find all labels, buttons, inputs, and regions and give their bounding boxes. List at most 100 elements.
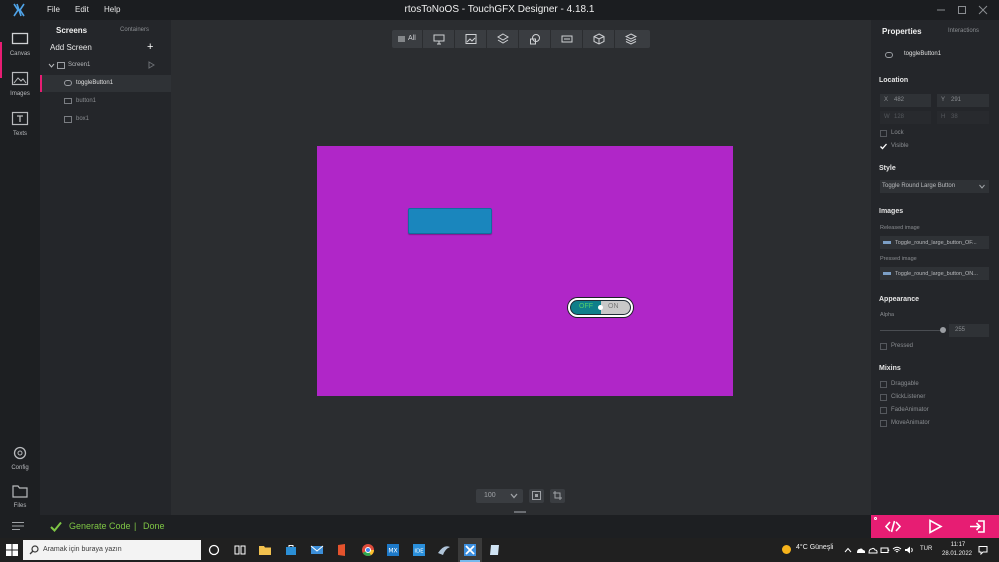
status-done: Done: [143, 521, 165, 531]
widget-name-value: toggleButton1: [904, 51, 942, 57]
panel-resize-handle[interactable]: [514, 511, 526, 513]
status-generate-code: Generate Code: [69, 521, 131, 531]
alpha-field[interactable]: 255: [949, 324, 989, 337]
draggable-checkbox[interactable]: [880, 381, 887, 388]
tree-item-button1[interactable]: button1: [40, 93, 171, 110]
tab-containers[interactable]: Containers: [120, 27, 149, 33]
task-view-icon[interactable]: [233, 543, 247, 557]
taskbar-search-box[interactable]: Aramak için buraya yazın: [23, 540, 201, 560]
chevron-down-icon[interactable]: [48, 62, 55, 69]
file-explorer-icon[interactable]: [258, 543, 272, 557]
fadeanimator-checkbox[interactable]: [880, 407, 887, 414]
toolbar-3d-button[interactable]: [584, 30, 615, 48]
released-image-field[interactable]: Toggle_round_large_button_OF...: [880, 236, 989, 249]
weather-text[interactable]: 4°C Güneşli: [796, 544, 833, 551]
fadeanimator-label: FadeAnimator: [891, 407, 929, 413]
screen-canvas[interactable]: OFF ON: [317, 146, 733, 396]
minimize-icon[interactable]: [934, 3, 948, 17]
notepad-icon[interactable]: [488, 543, 502, 557]
store-icon[interactable]: [284, 543, 298, 557]
widget-name-field[interactable]: toggleButton1: [880, 47, 990, 62]
mail-icon[interactable]: [310, 543, 324, 557]
wifi-icon[interactable]: [892, 545, 902, 555]
togglebutton1-widget[interactable]: OFF ON: [568, 298, 633, 317]
rail-images[interactable]: Images: [0, 66, 40, 104]
add-screen-plus-icon[interactable]: +: [147, 41, 153, 53]
pressed-checkbox[interactable]: [880, 343, 887, 350]
rail-canvas[interactable]: Canvas: [0, 26, 40, 64]
rail-config[interactable]: Config: [0, 440, 40, 478]
cortana-icon[interactable]: [207, 543, 221, 557]
play-icon[interactable]: [148, 61, 155, 69]
run-simulator-icon[interactable]: [927, 519, 943, 534]
toolbar-images-button[interactable]: [456, 30, 487, 48]
w-field[interactable]: W 128: [880, 111, 931, 124]
add-screen-label[interactable]: Add Screen: [50, 43, 92, 52]
battery-icon[interactable]: [880, 545, 890, 555]
pressed-image-field[interactable]: Toggle_round_large_button_ON...: [880, 267, 989, 280]
close-icon[interactable]: [976, 3, 990, 17]
stm32cubeide-icon[interactable]: IDE: [412, 543, 426, 557]
wireshark-icon[interactable]: [437, 543, 451, 557]
tab-interactions[interactable]: Interactions: [948, 28, 979, 34]
style-select[interactable]: Toggle Round Large Button: [880, 180, 989, 193]
visible-checkbox[interactable]: [880, 143, 887, 150]
tab-screens[interactable]: Screens: [56, 26, 87, 35]
lock-checkbox[interactable]: [880, 130, 887, 137]
chevron-down-icon: [979, 184, 985, 189]
toolbar-shapes-button[interactable]: [520, 30, 551, 48]
h-label: H: [941, 114, 946, 120]
moveanimator-checkbox[interactable]: [880, 420, 887, 427]
menu-help[interactable]: Help: [104, 5, 120, 14]
menu-edit[interactable]: Edit: [75, 5, 89, 14]
pressed-image-value: Toggle_round_large_button_ON...: [895, 271, 978, 277]
maximize-icon[interactable]: [955, 3, 969, 17]
shapes-icon: [530, 34, 540, 45]
stm32cubemx-icon[interactable]: MX: [386, 543, 400, 557]
volume-icon[interactable]: [904, 545, 914, 555]
office-icon[interactable]: [335, 543, 349, 557]
section-appearance: Appearance: [879, 296, 920, 303]
touchgfx-taskbar-icon[interactable]: [463, 543, 477, 557]
toolbar-containers-button[interactable]: [488, 30, 519, 48]
style-value: Toggle Round Large Button: [882, 183, 956, 189]
notification-dot-icon: [874, 517, 877, 520]
fit-screen-button[interactable]: [529, 489, 544, 503]
chevron-up-icon[interactable]: [843, 545, 853, 555]
texts-icon: [11, 111, 29, 126]
toolbar-stack-button[interactable]: [616, 30, 647, 48]
toolbar-buttons-button[interactable]: [552, 30, 583, 48]
widget-toolbar: All: [392, 30, 650, 48]
x-field[interactable]: X 482: [880, 94, 931, 107]
y-field[interactable]: Y 291: [937, 94, 989, 107]
rail-texts[interactable]: Texts: [0, 106, 40, 144]
tree-item-screen1[interactable]: Screen1: [40, 57, 171, 74]
zoom-select[interactable]: 100: [476, 489, 523, 503]
toolbar-all-button[interactable]: All: [392, 30, 423, 48]
clock-time[interactable]: 11:17: [944, 542, 972, 548]
clock-date[interactable]: 28.01.2022: [939, 551, 975, 557]
tree-item-togglebutton1[interactable]: toggleButton1: [40, 75, 171, 92]
windows-start-icon[interactable]: [6, 544, 18, 556]
button1-widget[interactable]: [408, 208, 492, 234]
run-target-icon[interactable]: [969, 519, 985, 534]
alpha-slider-track[interactable]: [880, 330, 943, 331]
crop-button[interactable]: [550, 489, 565, 503]
screen-icon: [57, 62, 65, 69]
menu-file[interactable]: File: [47, 5, 60, 14]
hamburger-menu-icon[interactable]: [11, 521, 25, 531]
cloud-icon[interactable]: [868, 545, 878, 555]
h-field[interactable]: H 38: [937, 111, 989, 124]
chrome-icon[interactable]: [361, 543, 375, 557]
rail-files[interactable]: Files: [0, 478, 40, 516]
alpha-slider-thumb[interactable]: [940, 327, 946, 333]
onedrive-icon[interactable]: [856, 545, 866, 555]
tree-selection-indicator: [40, 75, 42, 92]
clicklistener-checkbox[interactable]: [880, 394, 887, 401]
input-language[interactable]: TUR: [920, 546, 932, 552]
tree-item-box1[interactable]: box1: [40, 111, 171, 128]
toggle-on-segment: ON: [601, 301, 630, 314]
notifications-icon[interactable]: [978, 545, 988, 555]
toolbar-display-button[interactable]: [424, 30, 455, 48]
code-icon[interactable]: [885, 519, 901, 534]
